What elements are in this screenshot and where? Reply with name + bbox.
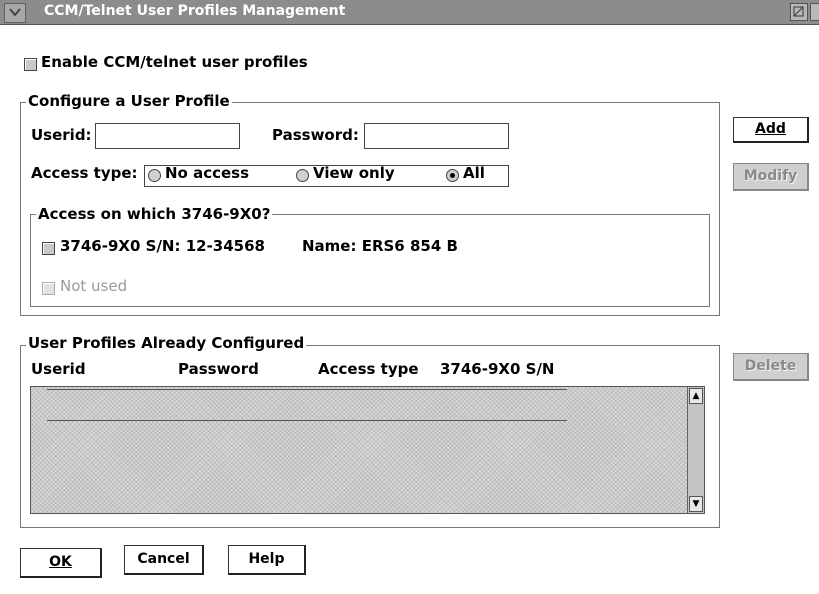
vertical-scrollbar[interactable]: ▲ ▼ bbox=[687, 387, 704, 513]
access-on-legend: Access on which 3746-9X0? bbox=[36, 205, 273, 223]
cancel-button[interactable]: Cancel bbox=[124, 545, 204, 575]
add-button[interactable]: Add bbox=[733, 117, 809, 143]
enable-profiles-label: Enable CCM/telnet user profiles bbox=[41, 53, 308, 71]
userid-label: Userid: bbox=[31, 126, 92, 144]
radio-view-only[interactable] bbox=[296, 169, 309, 182]
radio-all[interactable] bbox=[446, 169, 459, 182]
maximize-icon[interactable] bbox=[790, 3, 808, 21]
profiles-list[interactable]: ▲ ▼ bbox=[30, 386, 705, 514]
delete-button[interactable]: Delete bbox=[733, 353, 809, 381]
enable-profiles-checkbox[interactable] bbox=[24, 58, 37, 71]
title-bar[interactable]: CCM/Telnet User Profiles Management bbox=[0, 0, 819, 25]
radio-view-only-label: View only bbox=[313, 164, 395, 182]
column-header-serial: 3746-9X0 S/N bbox=[440, 360, 555, 378]
system-menu-icon[interactable] bbox=[4, 3, 26, 23]
window-title: CCM/Telnet User Profiles Management bbox=[44, 3, 346, 19]
profiles-legend: User Profiles Already Configured bbox=[26, 334, 307, 352]
help-button-label: Help bbox=[248, 551, 285, 567]
delete-button-label: Delete bbox=[744, 358, 797, 374]
column-header-access-type: Access type bbox=[318, 360, 419, 378]
cancel-button-label: Cancel bbox=[137, 551, 190, 567]
password-input[interactable] bbox=[364, 123, 509, 149]
not-used-label: Not used bbox=[60, 277, 128, 295]
radio-no-access[interactable] bbox=[148, 169, 161, 182]
access-type-label: Access type: bbox=[31, 164, 138, 182]
modify-button[interactable]: Modify bbox=[733, 163, 809, 191]
help-button[interactable]: Help bbox=[228, 545, 306, 575]
radio-no-access-label: No access bbox=[165, 164, 250, 182]
minimize-icon[interactable] bbox=[810, 3, 819, 21]
machine-serial-label: 3746-9X0 S/N: 12-34568 bbox=[60, 237, 265, 255]
not-used-checkbox bbox=[42, 282, 55, 295]
radio-all-label: All bbox=[463, 164, 485, 182]
access-on-group bbox=[30, 214, 710, 307]
ok-button-label: OK bbox=[49, 554, 72, 570]
userid-input[interactable] bbox=[95, 123, 240, 149]
column-header-password: Password bbox=[178, 360, 259, 378]
column-header-userid: Userid bbox=[31, 360, 86, 378]
list-divider bbox=[47, 420, 567, 421]
password-label: Password: bbox=[272, 126, 359, 144]
list-divider bbox=[47, 389, 567, 390]
machine-name-label: Name: ERS6 854 B bbox=[302, 237, 458, 255]
configure-profile-legend: Configure a User Profile bbox=[26, 92, 232, 110]
modify-button-label: Modify bbox=[743, 168, 798, 184]
scroll-up-arrow-icon[interactable]: ▲ bbox=[689, 388, 703, 404]
scroll-down-arrow-icon[interactable]: ▼ bbox=[689, 496, 703, 512]
ok-button[interactable]: OK bbox=[20, 548, 102, 578]
add-button-label: Add bbox=[755, 121, 786, 137]
machine-checkbox[interactable] bbox=[42, 242, 55, 255]
